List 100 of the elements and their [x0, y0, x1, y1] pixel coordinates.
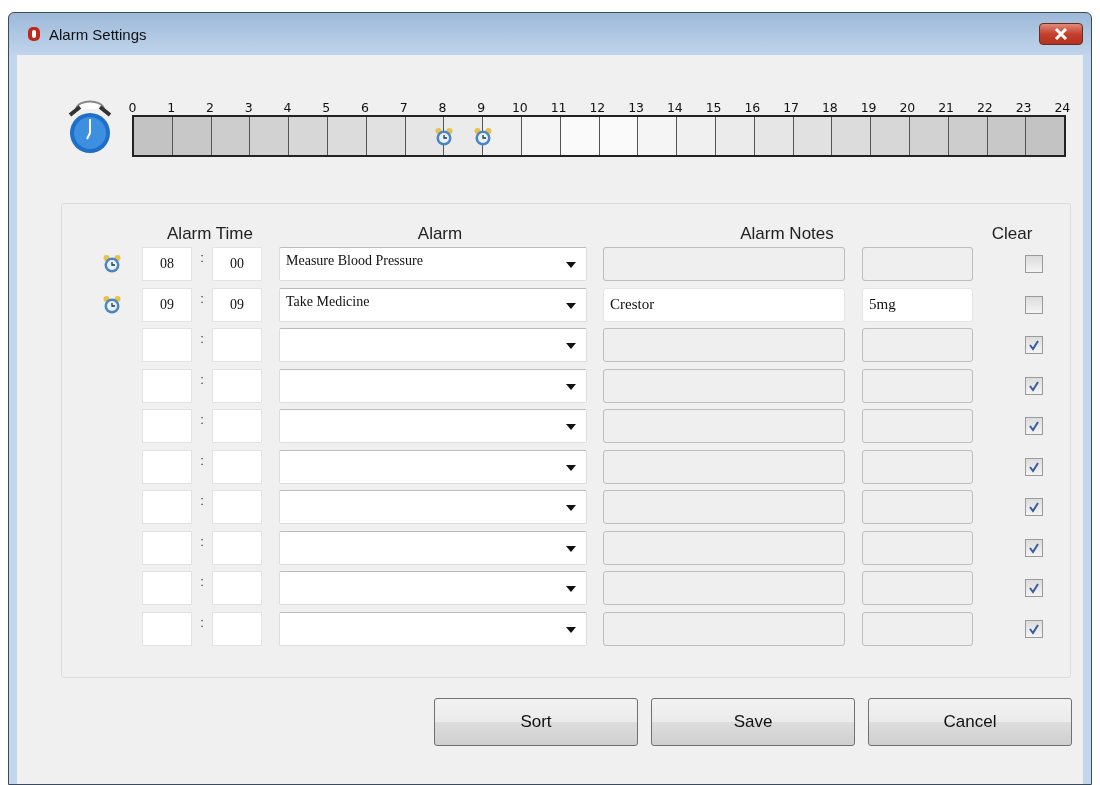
- hour-field[interactable]: [142, 368, 192, 403]
- hour-field[interactable]: [142, 611, 192, 646]
- hour-label: 24: [1053, 100, 1072, 115]
- clear-checkbox[interactable]: [1025, 255, 1043, 274]
- hour-field[interactable]: [142, 490, 192, 525]
- notes-field[interactable]: Crestor: [603, 287, 845, 322]
- hour-cell: [1026, 117, 1065, 155]
- hour-cell: [560, 117, 600, 155]
- hour-cell: [754, 117, 794, 155]
- minute-field[interactable]: [212, 368, 262, 403]
- hour-label: 15: [704, 100, 723, 115]
- hour-cell: [134, 117, 173, 155]
- hour-cell: [987, 117, 1027, 155]
- hour-label: 9: [476, 100, 487, 115]
- hour-cell: [871, 117, 910, 155]
- hour-label: 0: [127, 100, 138, 115]
- minute-field[interactable]: [212, 449, 262, 484]
- hour-cell: [909, 117, 949, 155]
- colon-separator: :: [199, 574, 205, 589]
- checkmark-icon: [1028, 379, 1040, 392]
- alarm-dropdown[interactable]: Take Medicine: [279, 287, 587, 322]
- hour-field[interactable]: [142, 571, 192, 606]
- dialog-button[interactable]: Sort: [434, 698, 638, 746]
- hour-label: 17: [782, 100, 801, 115]
- minute-field[interactable]: [212, 328, 262, 363]
- alarm-dropdown[interactable]: [279, 328, 587, 363]
- clear-checkbox[interactable]: [1025, 376, 1043, 395]
- hour-field[interactable]: [142, 409, 192, 444]
- alarm-dropdown[interactable]: [279, 490, 587, 525]
- clear-checkbox[interactable]: [1025, 619, 1043, 638]
- hour-cell: [793, 117, 833, 155]
- column-header: Alarm Time: [166, 224, 254, 244]
- clear-checkbox[interactable]: [1025, 538, 1043, 557]
- hour-cell: [366, 117, 406, 155]
- checkmark-icon: [1028, 460, 1040, 473]
- checkmark-icon: [1028, 339, 1040, 352]
- hour-label: 13: [627, 100, 646, 115]
- hour-label: 11: [549, 100, 568, 115]
- clear-checkbox[interactable]: [1025, 295, 1043, 314]
- dialog-button[interactable]: Cancel: [868, 698, 1072, 746]
- hour-cell: [211, 117, 251, 155]
- hour-label: 8: [437, 100, 448, 115]
- hour-label: 19: [859, 100, 878, 115]
- hour-label: 1: [166, 100, 177, 115]
- checkmark-icon: [1028, 541, 1040, 554]
- minute-field[interactable]: 00: [212, 247, 262, 282]
- hour-label: 12: [588, 100, 607, 115]
- clear-checkbox[interactable]: [1025, 336, 1043, 355]
- clear-checkbox[interactable]: [1025, 579, 1043, 598]
- dosage-field[interactable]: 5mg: [862, 287, 973, 322]
- colon-separator: :: [199, 371, 205, 387]
- colon-separator: :: [199, 614, 205, 630]
- window-title: Alarm Settings: [49, 25, 148, 43]
- colon-separator: :: [199, 412, 205, 427]
- minute-field[interactable]: [212, 571, 262, 606]
- hour-field[interactable]: [142, 328, 192, 363]
- minute-field[interactable]: [212, 409, 262, 444]
- colon-separator: :: [199, 452, 205, 468]
- hour-label: 16: [743, 100, 762, 115]
- dropdown-caret-icon: [566, 626, 576, 633]
- dropdown-caret-icon: [566, 424, 576, 431]
- checkmark-icon: [1028, 582, 1040, 595]
- alarm-dropdown[interactable]: [279, 409, 587, 444]
- alarm-dropdown[interactable]: [279, 449, 587, 484]
- clear-checkbox[interactable]: [1025, 457, 1043, 476]
- close-button[interactable]: [1039, 23, 1083, 45]
- dialog-button[interactable]: Save: [651, 698, 855, 746]
- clear-checkbox[interactable]: [1025, 417, 1043, 436]
- colon-separator: :: [199, 331, 205, 346]
- dropdown-caret-icon: [566, 464, 576, 471]
- alarm-clock-icon: [102, 254, 122, 275]
- hour-cell: [832, 117, 872, 155]
- hour-field[interactable]: [142, 530, 192, 565]
- hour-label: 5: [321, 100, 332, 115]
- dropdown-caret-icon: [566, 262, 576, 269]
- alarm-dropdown[interactable]: [279, 611, 587, 646]
- clear-checkbox[interactable]: [1025, 498, 1043, 517]
- minute-field[interactable]: 09: [212, 287, 262, 322]
- hour-cell: [715, 117, 755, 155]
- hour-label: 10: [510, 100, 529, 115]
- alarm-dropdown[interactable]: Measure Blood Pressure: [279, 247, 587, 282]
- hour-label: 2: [204, 100, 215, 115]
- hour-field[interactable]: [142, 449, 192, 484]
- hour-cell: [289, 117, 328, 155]
- checkmark-icon: [1028, 501, 1040, 514]
- colon-separator: :: [199, 250, 205, 265]
- hour-field[interactable]: 08: [142, 247, 192, 282]
- alarm-dropdown[interactable]: [279, 368, 587, 403]
- minute-field[interactable]: [212, 490, 262, 525]
- alarm-clock-icon: [102, 294, 122, 315]
- hour-field[interactable]: 09: [142, 287, 192, 322]
- column-header: Alarm: [416, 224, 464, 244]
- minute-field[interactable]: [212, 611, 262, 646]
- colon-separator: :: [199, 533, 205, 549]
- minute-field[interactable]: [212, 530, 262, 565]
- checkmark-icon: [1028, 420, 1040, 433]
- alarm-dropdown[interactable]: [279, 571, 587, 606]
- alarm-dropdown[interactable]: [279, 530, 587, 565]
- checkmark-icon: [1028, 622, 1040, 635]
- hour-label: 20: [898, 100, 917, 115]
